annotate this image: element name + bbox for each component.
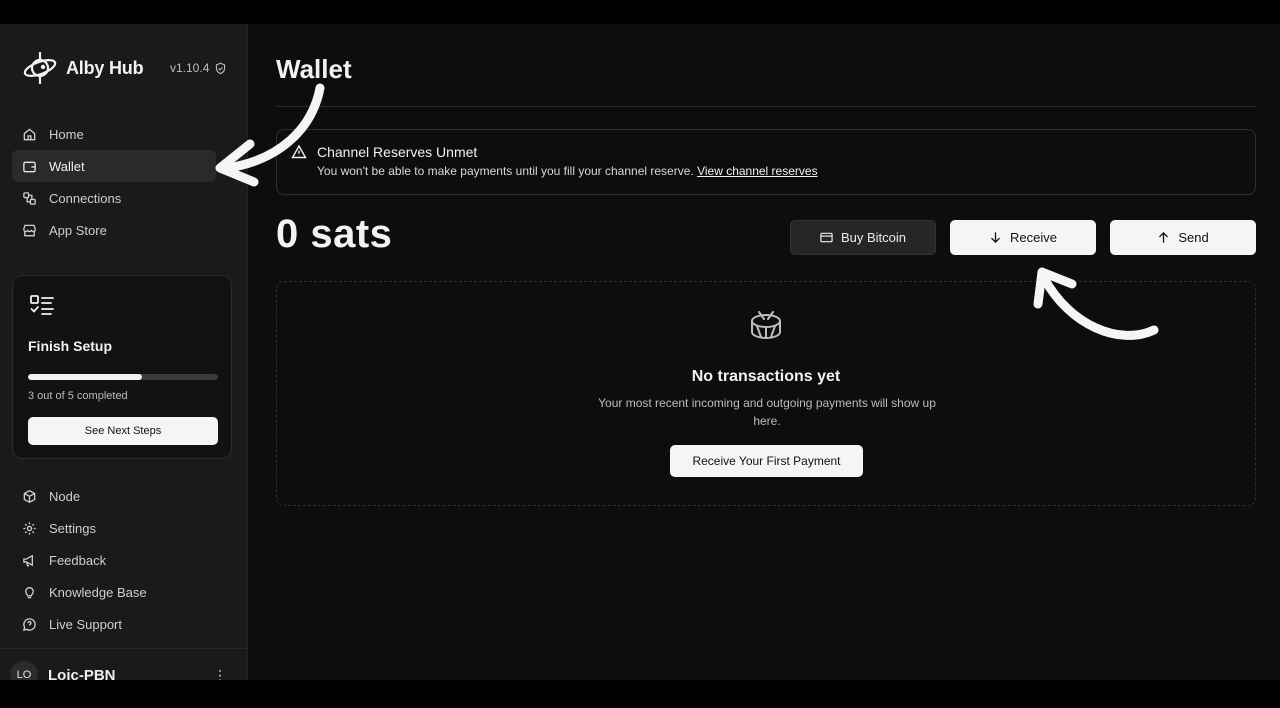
buy-bitcoin-label: Buy Bitcoin: [840, 230, 907, 245]
receive-label: Receive: [1010, 230, 1057, 245]
setup-progress-bar: [28, 374, 218, 380]
home-icon: [23, 127, 36, 140]
connections-icon: [23, 191, 36, 205]
lightbulb-icon: [25, 586, 34, 598]
setup-status: 3 out of 5 completed: [28, 390, 128, 402]
app-window: Alby Hub v1.10.4 Home Wallet Connections…: [0, 24, 1280, 680]
arrow-down-icon: [991, 232, 1000, 244]
buy-bitcoin-button[interactable]: Buy Bitcoin: [790, 220, 936, 255]
credit-card-icon: [820, 232, 833, 243]
sidebar-item-live-support[interactable]: Live Support: [12, 608, 216, 640]
sidebar-item-app-store[interactable]: App Store: [12, 214, 216, 246]
empty-description: Your most recent incoming and outgoing p…: [598, 396, 936, 428]
title-divider: [276, 106, 1256, 107]
receive-first-payment-button[interactable]: Receive Your First Payment: [670, 445, 863, 477]
more-vertical-icon[interactable]: ⋮: [212, 667, 228, 681]
empty-title: No transactions yet: [691, 368, 841, 385]
page-title: Wallet: [276, 54, 352, 84]
sidebar-nav-primary: Home Wallet Connections App Store: [12, 118, 216, 246]
brand[interactable]: Alby Hub: [22, 50, 144, 86]
sidebar-item-label: Live Support: [49, 616, 122, 632]
view-channel-reserves-link[interactable]: View channel reserves: [697, 164, 818, 178]
sidebar-item-label: Connections: [49, 190, 122, 206]
avatar: LO: [10, 661, 38, 680]
sidebar-item-knowledge-base[interactable]: Knowledge Base: [12, 576, 216, 608]
sidebar-item-node[interactable]: Node: [12, 480, 216, 512]
megaphone-icon: [23, 554, 33, 566]
send-button[interactable]: Send: [1110, 220, 1256, 255]
sidebar-item-label: Home: [49, 126, 84, 142]
gear-icon: [23, 521, 36, 535]
channel-reserves-alert: Channel Reserves Unmet You won't be able…: [276, 129, 1256, 195]
box-icon: [23, 489, 36, 503]
sidebar-item-label: Feedback: [49, 552, 107, 568]
setup-progress-fill: [28, 374, 142, 380]
sidebar-nav-secondary: Node Settings Feedback Knowledge Base Li…: [12, 480, 216, 640]
sidebar-item-feedback[interactable]: Feedback: [12, 544, 216, 576]
version-label: v1.10.4: [170, 61, 210, 75]
setup-title: Finish Setup: [28, 338, 112, 354]
sidebar-item-connections[interactable]: Connections: [12, 182, 216, 214]
send-label: Send: [1178, 230, 1209, 245]
sidebar-item-settings[interactable]: Settings: [12, 512, 216, 544]
wallet-icon: [23, 161, 36, 172]
alby-logo-icon: [23, 51, 57, 85]
store-icon: [23, 224, 36, 236]
shield-check-icon: [216, 62, 226, 74]
receive-button[interactable]: Receive: [950, 220, 1096, 255]
sidebar-item-label: Node: [49, 488, 81, 504]
sidebar-divider: [0, 648, 248, 649]
sidebar-item-label: Wallet: [49, 158, 85, 174]
warning-icon: [291, 144, 307, 159]
drum-icon: [751, 311, 781, 340]
see-next-steps-button[interactable]: See Next Steps: [28, 417, 218, 445]
brand-name: Alby Hub: [66, 57, 144, 78]
alert-body: You won't be able to make payments until…: [317, 164, 818, 178]
arrow-up-icon: [1159, 231, 1169, 243]
sidebar-item-label: Settings: [49, 520, 96, 536]
user-menu[interactable]: LO Loic-PBN ⋮: [10, 661, 228, 680]
checklist-icon: [30, 295, 54, 315]
sidebar-item-wallet[interactable]: Wallet: [12, 150, 216, 182]
transactions-empty-state: No transactions yet Your most recent inc…: [276, 281, 1256, 506]
alert-message: You won't be able to make payments until…: [317, 164, 698, 178]
user-name: Loic-PBN: [48, 666, 116, 681]
alert-title: Channel Reserves Unmet: [317, 144, 478, 160]
chat-icon: [22, 617, 36, 631]
sidebar: Alby Hub v1.10.4 Home Wallet Connections…: [0, 24, 248, 680]
sidebar-item-label: App Store: [49, 222, 107, 238]
version-badge: v1.10.4: [170, 61, 227, 75]
sidebar-item-home[interactable]: Home: [12, 118, 216, 150]
sidebar-item-label: Knowledge Base: [49, 584, 147, 600]
balance-amount: 0 sats: [276, 212, 393, 256]
finish-setup-card: Finish Setup 3 out of 5 completed See Ne…: [12, 275, 232, 459]
